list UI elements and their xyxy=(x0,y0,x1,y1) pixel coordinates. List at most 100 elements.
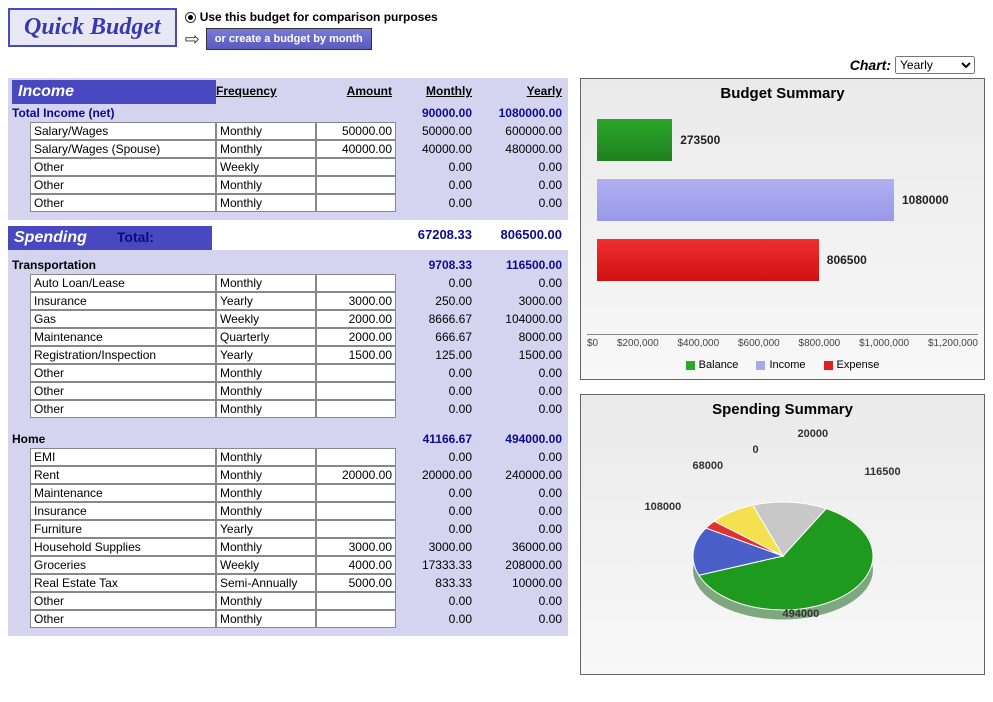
row-name-cell[interactable]: Maintenance xyxy=(30,328,216,346)
row-name-cell[interactable]: Salary/Wages xyxy=(30,122,216,140)
row-frequency-cell[interactable]: Yearly xyxy=(216,346,316,364)
row-yearly-value: 8000.00 xyxy=(476,330,566,344)
row-frequency-cell[interactable]: Monthly xyxy=(216,122,316,140)
x-tick: $1,000,000 xyxy=(859,338,909,349)
row-amount-cell[interactable] xyxy=(316,502,396,520)
row-frequency-cell[interactable]: Monthly xyxy=(216,382,316,400)
row-amount-cell[interactable]: 3000.00 xyxy=(316,292,396,310)
row-name-cell[interactable]: Other xyxy=(30,158,216,176)
legend-item: Expense xyxy=(824,359,880,371)
table-row: InsuranceMonthly0.000.00 xyxy=(12,502,564,520)
row-frequency-cell[interactable]: Monthly xyxy=(216,274,316,292)
row-yearly-value: 36000.00 xyxy=(476,540,566,554)
x-tick: $600,000 xyxy=(738,338,780,349)
row-frequency-cell[interactable]: Monthly xyxy=(216,140,316,158)
chart-period-select[interactable]: Yearly xyxy=(895,56,975,74)
row-amount-cell[interactable] xyxy=(316,610,396,628)
row-name-cell[interactable]: Insurance xyxy=(30,292,216,310)
row-frequency-cell[interactable]: Yearly xyxy=(216,292,316,310)
row-amount-cell[interactable] xyxy=(316,194,396,212)
row-name-cell[interactable]: Other xyxy=(30,610,216,628)
row-yearly-value: 0.00 xyxy=(476,594,566,608)
row-name-cell[interactable]: Insurance xyxy=(30,502,216,520)
row-amount-cell[interactable]: 4000.00 xyxy=(316,556,396,574)
row-amount-cell[interactable] xyxy=(316,158,396,176)
row-frequency-cell[interactable]: Monthly xyxy=(216,610,316,628)
row-frequency-cell[interactable]: Weekly xyxy=(216,158,316,176)
row-frequency-cell[interactable]: Monthly xyxy=(216,538,316,556)
row-frequency-cell[interactable]: Quarterly xyxy=(216,328,316,346)
row-monthly-value: 0.00 xyxy=(396,178,476,192)
row-name-cell[interactable]: Other xyxy=(30,176,216,194)
row-frequency-cell[interactable]: Monthly xyxy=(216,364,316,382)
spending-panel: Transportation9708.33116500.00Auto Loan/… xyxy=(8,250,568,636)
row-amount-cell[interactable]: 3000.00 xyxy=(316,538,396,556)
row-yearly-value: 104000.00 xyxy=(476,312,566,326)
row-amount-cell[interactable]: 2000.00 xyxy=(316,328,396,346)
row-amount-cell[interactable]: 5000.00 xyxy=(316,574,396,592)
row-name-cell[interactable]: Other xyxy=(30,364,216,382)
row-name-cell[interactable]: Maintenance xyxy=(30,484,216,502)
row-frequency-cell[interactable]: Monthly xyxy=(216,194,316,212)
comparison-option[interactable]: Use this budget for comparison purposes xyxy=(185,8,438,24)
row-frequency-cell[interactable]: Monthly xyxy=(216,592,316,610)
row-name-cell[interactable]: EMI xyxy=(30,448,216,466)
row-name-cell[interactable]: Auto Loan/Lease xyxy=(30,274,216,292)
col-amount: Amount xyxy=(316,80,396,104)
row-frequency-cell[interactable]: Monthly xyxy=(216,466,316,484)
row-frequency-cell[interactable]: Monthly xyxy=(216,400,316,418)
row-name-cell[interactable]: Gas xyxy=(30,310,216,328)
pie-label: 68000 xyxy=(693,460,724,472)
row-frequency-cell[interactable]: Weekly xyxy=(216,556,316,574)
row-name-cell[interactable]: Other xyxy=(30,400,216,418)
row-amount-cell[interactable]: 1500.00 xyxy=(316,346,396,364)
table-row: Household SuppliesMonthly3000.003000.003… xyxy=(12,538,564,556)
row-name-cell[interactable]: Registration/Inspection xyxy=(30,346,216,364)
create-budget-button[interactable]: or create a budget by month xyxy=(206,28,372,50)
table-row: Real Estate TaxSemi-Annually5000.00833.3… xyxy=(12,574,564,592)
row-frequency-cell[interactable]: Yearly xyxy=(216,520,316,538)
row-frequency-cell[interactable]: Weekly xyxy=(216,310,316,328)
table-row: RentMonthly20000.0020000.00240000.00 xyxy=(12,466,564,484)
row-amount-cell[interactable]: 40000.00 xyxy=(316,140,396,158)
row-name-cell[interactable]: Other xyxy=(30,592,216,610)
row-frequency-cell[interactable]: Semi-Annually xyxy=(216,574,316,592)
row-frequency-cell[interactable]: Monthly xyxy=(216,448,316,466)
row-amount-cell[interactable] xyxy=(316,400,396,418)
row-amount-cell[interactable]: 2000.00 xyxy=(316,310,396,328)
row-amount-cell[interactable] xyxy=(316,274,396,292)
row-amount-cell[interactable] xyxy=(316,448,396,466)
row-name-cell[interactable]: Household Supplies xyxy=(30,538,216,556)
row-name-cell[interactable]: Other xyxy=(30,194,216,212)
row-amount-cell[interactable]: 50000.00 xyxy=(316,122,396,140)
row-amount-cell[interactable] xyxy=(316,592,396,610)
x-tick: $1,200,000 xyxy=(928,338,978,349)
row-name-cell[interactable]: Furniture xyxy=(30,520,216,538)
row-frequency-cell[interactable]: Monthly xyxy=(216,484,316,502)
row-name-cell[interactable]: Rent xyxy=(30,466,216,484)
row-monthly-value: 0.00 xyxy=(396,522,476,536)
row-amount-cell[interactable] xyxy=(316,364,396,382)
x-tick: $400,000 xyxy=(677,338,719,349)
row-yearly-value: 0.00 xyxy=(476,196,566,210)
row-name-cell[interactable]: Real Estate Tax xyxy=(30,574,216,592)
row-amount-cell[interactable] xyxy=(316,176,396,194)
income-panel: Income Frequency Amount Monthly Yearly T… xyxy=(8,78,568,220)
row-name-cell[interactable]: Other xyxy=(30,382,216,400)
table-row: OtherMonthly0.000.00 xyxy=(12,382,564,400)
income-header: Income xyxy=(12,80,216,104)
row-frequency-cell[interactable]: Monthly xyxy=(216,176,316,194)
row-amount-cell[interactable] xyxy=(316,382,396,400)
row-frequency-cell[interactable]: Monthly xyxy=(216,502,316,520)
row-amount-cell[interactable] xyxy=(316,520,396,538)
row-amount-cell[interactable] xyxy=(316,484,396,502)
row-monthly-value: 0.00 xyxy=(396,196,476,210)
row-yearly-value: 600000.00 xyxy=(476,124,566,138)
row-name-cell[interactable]: Salary/Wages (Spouse) xyxy=(30,140,216,158)
row-yearly-value: 208000.00 xyxy=(476,558,566,572)
row-monthly-value: 833.33 xyxy=(396,576,476,590)
row-amount-cell[interactable]: 20000.00 xyxy=(316,466,396,484)
row-name-cell[interactable]: Groceries xyxy=(30,556,216,574)
row-monthly-value: 0.00 xyxy=(396,384,476,398)
row-monthly-value: 50000.00 xyxy=(396,124,476,138)
